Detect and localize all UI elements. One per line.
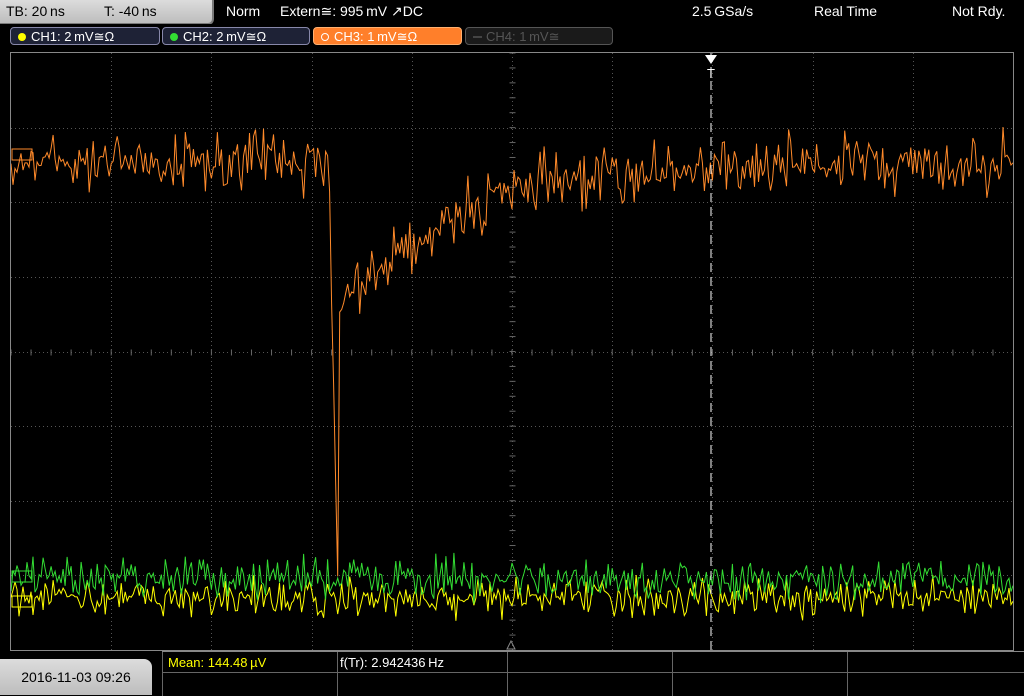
- acquisition-mode[interactable]: Real Time: [814, 0, 877, 22]
- waveform-display[interactable]: T: [10, 52, 1014, 651]
- bottom-bar: 2016-11-03 09:26 Mean: 144.48 µV f(Tr): …: [0, 651, 1024, 696]
- grid: [11, 53, 1013, 650]
- ch3-label: CH3: 1 mV≅Ω: [334, 29, 418, 44]
- trigger-position-marker[interactable]: T: [705, 53, 717, 650]
- trigger-source[interactable]: Extern≅: 995 mV ↗DC: [280, 0, 423, 22]
- trigger-time-label[interactable]: T: -40 ns: [104, 0, 157, 22]
- top-status-bar: TB: 20 ns T: -40 ns Norm Extern≅: 995 mV…: [0, 0, 1024, 25]
- ground-arrow-icon: [506, 639, 516, 650]
- channel-tab-ch3[interactable]: CH3: 1 mV≅Ω: [313, 27, 462, 45]
- datetime-label: 2016-11-03 09:26: [21, 669, 131, 685]
- mean-measurement: Mean: 144.48 µV: [168, 655, 267, 670]
- measurement-panel[interactable]: Mean: 144.48 µV f(Tr): 2.942436 Hz: [162, 651, 1024, 696]
- ch2-dot-icon: [170, 33, 178, 41]
- channel-tab-ch2[interactable]: CH2: 2 mV≅Ω: [162, 27, 310, 45]
- frequency-measurement: f(Tr): 2.942436 Hz: [340, 655, 444, 670]
- ch1-label: CH1: 2 mV≅Ω: [31, 29, 115, 44]
- ch3-dot-icon: [321, 33, 329, 41]
- timebase-box[interactable]: TB: 20 ns T: -40 ns: [0, 0, 214, 25]
- datetime-box[interactable]: 2016-11-03 09:26: [0, 659, 152, 695]
- trigger-mode[interactable]: Norm: [226, 0, 260, 22]
- trigger-marker-label: T: [707, 66, 715, 81]
- trigger-arrow-icon: [705, 55, 717, 64]
- ch1-dot-icon: [18, 33, 26, 41]
- timebase-label[interactable]: TB: 20 ns: [6, 0, 65, 22]
- ch4-dash-icon: [473, 36, 482, 38]
- channel-tab-ch1[interactable]: CH1: 2 mV≅Ω: [10, 27, 160, 45]
- ch4-label: CH4: 1 mV≅: [486, 29, 560, 44]
- channel-tab-ch4[interactable]: CH4: 1 mV≅: [465, 27, 613, 45]
- channel-tabs: CH1: 2 mV≅Ω CH2: 2 mV≅Ω CH3: 1 mV≅Ω CH4:…: [0, 24, 1024, 50]
- ch2-label: CH2: 2 mV≅Ω: [183, 29, 267, 44]
- sample-rate[interactable]: 2.5 GSa/s: [692, 0, 753, 22]
- waveform-plot[interactable]: T: [11, 53, 1013, 650]
- acquisition-status: Not Rdy.: [952, 3, 1006, 19]
